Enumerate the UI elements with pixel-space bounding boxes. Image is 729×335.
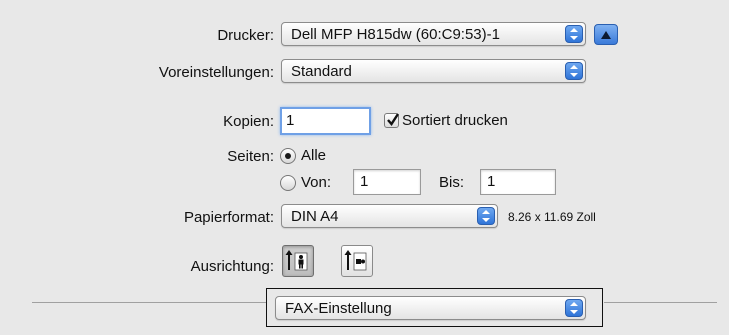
pages-from-label: Von: (301, 174, 332, 191)
separator-left (32, 302, 268, 303)
printer-popup[interactable]: Dell MFP H815dw (60:C9:53)-1 (281, 22, 586, 46)
presets-label: Voreinstellungen: (158, 64, 274, 81)
pages-to-label: Bis: (439, 174, 465, 191)
separator-right (604, 302, 717, 303)
presets-value: Standard (291, 63, 352, 80)
portrait-orientation-button[interactable] (282, 245, 314, 277)
pages-from-value: 1 (360, 173, 369, 190)
pages-to-field[interactable]: 1 (480, 169, 556, 195)
presets-popup[interactable]: Standard (281, 59, 586, 83)
landscape-orientation-button[interactable] (341, 245, 373, 277)
copies-value: 1 (286, 112, 295, 129)
section-value: FAX-Einstellung (285, 300, 392, 317)
collate-checkbox[interactable] (384, 113, 400, 128)
pages-label: Seiten: (227, 148, 274, 165)
portrait-orientation-icon (285, 250, 308, 271)
collate-label: Sortiert drucken (402, 112, 508, 129)
landscape-orientation-icon (344, 250, 367, 271)
printer-value: Dell MFP H815dw (60:C9:53)-1 (291, 26, 500, 43)
pages-all-label: Alle (301, 147, 327, 164)
up-down-arrows-icon (565, 299, 583, 317)
paper-label: Papierformat: (183, 209, 274, 226)
pages-to-value: 1 (487, 173, 496, 190)
disclosure-triangle-up-icon (601, 31, 611, 39)
show-details-button[interactable] (594, 24, 618, 45)
orientation-label: Ausrichtung: (190, 258, 274, 275)
up-down-arrows-icon (477, 207, 495, 225)
copies-field[interactable]: 1 (280, 107, 371, 135)
paper-popup[interactable]: DIN A4 (281, 204, 498, 228)
paper-size-text: 8.26 x 11.69 Zoll (508, 210, 596, 224)
pages-range-radio[interactable] (280, 175, 296, 191)
paper-value: DIN A4 (291, 208, 339, 225)
pages-all-radio[interactable] (280, 148, 296, 164)
pages-from-field[interactable]: 1 (353, 169, 421, 195)
checkmark-icon (387, 113, 400, 126)
section-popup[interactable]: FAX-Einstellung (275, 296, 586, 320)
up-down-arrows-icon (565, 25, 583, 43)
up-down-arrows-icon (565, 62, 583, 80)
copies-label: Kopien: (223, 113, 274, 130)
printer-label: Drucker: (217, 27, 274, 44)
